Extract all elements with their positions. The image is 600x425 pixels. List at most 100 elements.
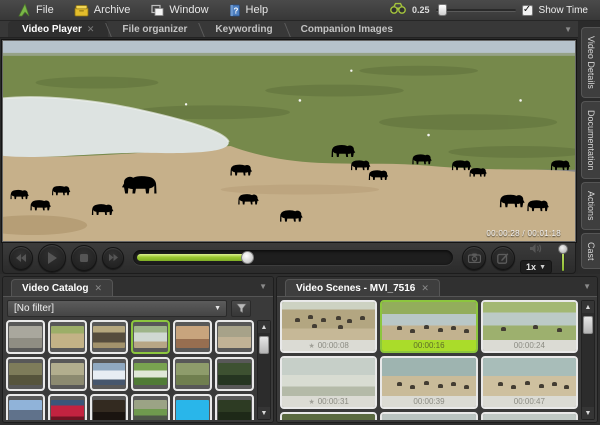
elephant-silhouette (410, 329, 415, 333)
thumbnail-image (134, 326, 167, 348)
catalog-thumbnail[interactable] (48, 394, 87, 420)
scene-thumbnail[interactable]: ★00:00:31 (280, 356, 377, 409)
scroll-down-icon[interactable]: ▼ (582, 407, 594, 419)
tab-keywording[interactable]: Keywording (201, 21, 286, 37)
tab-video-player[interactable]: Video Player ✕ (8, 21, 108, 37)
volume-slider[interactable] (557, 244, 569, 272)
catalog-thumbnail[interactable] (48, 357, 87, 391)
edit-icon (497, 252, 509, 264)
catalog-thumbnail[interactable] (215, 320, 254, 354)
zoom-value: 0.25 (412, 5, 430, 15)
elephant-silhouette (501, 327, 506, 331)
side-tab-video-details[interactable]: Video Details (581, 27, 600, 98)
playback-speed-select[interactable]: 1x ▼ (520, 260, 552, 274)
elephant-silhouette (451, 382, 456, 386)
play-button[interactable] (38, 244, 66, 272)
tab-file-organizer[interactable]: File organizer (108, 21, 201, 37)
scene-thumbnail[interactable] (380, 412, 477, 420)
svg-text:?: ? (233, 6, 238, 15)
elephant-silhouette (397, 382, 402, 386)
close-tab-icon[interactable]: ✕ (87, 24, 95, 35)
catalog-scrollbar[interactable]: ▲ ▼ (257, 320, 271, 420)
stop-button[interactable] (71, 245, 97, 271)
scene-thumbnail[interactable]: 00:00:47 (481, 356, 578, 409)
menu-archive[interactable]: Archive (64, 0, 141, 20)
menu-bar: File Archive Window ? Help 0.25 (0, 0, 600, 21)
catalog-thumbnail[interactable] (131, 394, 170, 420)
thumbnail-image (9, 400, 42, 420)
catalog-thumbnail[interactable] (131, 320, 170, 354)
catalog-filter-select[interactable]: [No filter] ▼ (7, 300, 227, 317)
catalog-thumbnail[interactable] (90, 320, 129, 354)
elephant-silhouette (557, 328, 562, 332)
zoom-slider-handle[interactable] (438, 4, 447, 16)
panel-menu-icon[interactable]: ▼ (259, 282, 267, 291)
scroll-down-icon[interactable]: ▼ (258, 407, 270, 419)
elephant-silhouette (464, 329, 469, 333)
scene-thumbnail[interactable]: 00:00:39 (380, 356, 477, 409)
catalog-thumbnail[interactable] (215, 357, 254, 391)
chevron-down-icon: ▼ (539, 264, 546, 271)
scroll-up-icon[interactable]: ▲ (582, 301, 594, 313)
elephant-silhouette (312, 324, 317, 328)
star-icon: ★ (308, 342, 314, 350)
catalog-thumbnail[interactable] (90, 357, 129, 391)
catalog-tab[interactable]: Video Catalog ✕ (11, 279, 113, 296)
scenes-tab[interactable]: Video Scenes - MVI_7516 ✕ (285, 279, 440, 296)
scene-thumbnail[interactable]: 00:00:16 (380, 300, 477, 353)
catalog-thumbnail[interactable] (131, 357, 170, 391)
panel-menu-icon[interactable]: ▼ (583, 282, 591, 291)
tab-companion-images[interactable]: Companion Images (287, 21, 407, 37)
catalog-thumbnail[interactable] (90, 394, 129, 420)
seek-bar[interactable] (133, 250, 453, 265)
menu-window[interactable]: Window (140, 0, 218, 20)
elephant-silhouette (438, 384, 443, 388)
menu-file[interactable]: File (8, 0, 64, 20)
catalog-thumbnail[interactable] (6, 394, 45, 420)
scene-thumbnail[interactable]: ★00:00:08 (280, 300, 377, 353)
catalog-grid (6, 320, 254, 420)
volume-icon[interactable] (529, 241, 544, 259)
catalog-thumbnail[interactable] (173, 394, 212, 420)
menu-file-label: File (36, 4, 54, 16)
close-tab-icon[interactable]: ✕ (95, 283, 103, 294)
side-tab-documentation[interactable]: Documentation (581, 101, 600, 180)
scroll-up-icon[interactable]: ▲ (258, 321, 270, 333)
catalog-thumbnail[interactable] (173, 320, 212, 354)
catalog-thumbnail[interactable] (6, 357, 45, 391)
catalog-thumbnail[interactable] (215, 394, 254, 420)
rewind-button[interactable] (9, 246, 33, 270)
seek-handle[interactable] (241, 251, 254, 264)
scene-timestamp: 00:00:39 (382, 396, 475, 407)
panel-menu-icon[interactable]: ▼ (564, 25, 572, 34)
fast-forward-button[interactable] (102, 247, 124, 269)
scene-timestamp: ★00:00:08 (282, 340, 375, 351)
catalog-title: Video Catalog (22, 283, 89, 294)
video-frame[interactable]: 00:00:28 / 00:01:18 (2, 40, 576, 242)
scrollbar-thumb[interactable] (259, 336, 269, 354)
scrollbar-thumb[interactable] (583, 316, 593, 334)
scene-thumbnail[interactable]: 00:00:24 (481, 300, 578, 353)
scene-thumbnail[interactable] (481, 412, 578, 420)
zoom-slider[interactable] (436, 9, 516, 12)
scene-timestamp: 00:00:47 (483, 396, 576, 407)
show-time-checkbox[interactable]: ✓ (522, 5, 533, 16)
close-tab-icon[interactable]: ✕ (421, 283, 429, 294)
menu-help[interactable]: ? Help (219, 0, 279, 20)
volume-handle[interactable] (558, 244, 568, 254)
catalog-thumbnail[interactable] (48, 320, 87, 354)
elephant-silhouette (533, 325, 538, 329)
side-tab-cast[interactable]: Cast (581, 233, 600, 270)
filter-funnel-button[interactable] (231, 300, 251, 317)
edit-scene-button[interactable] (491, 246, 515, 270)
elephant-silhouette (498, 382, 503, 386)
side-tab-actions[interactable]: Actions (581, 182, 600, 230)
scene-thumbnail[interactable] (280, 412, 377, 420)
scenes-scrollbar[interactable]: ▲ ▼ (581, 300, 595, 420)
thumbnail-image (282, 358, 375, 396)
elephant-silhouette (539, 384, 544, 388)
funnel-icon (236, 303, 247, 314)
catalog-thumbnail[interactable] (173, 357, 212, 391)
catalog-thumbnail[interactable] (6, 320, 45, 354)
snapshot-button[interactable] (462, 246, 486, 270)
